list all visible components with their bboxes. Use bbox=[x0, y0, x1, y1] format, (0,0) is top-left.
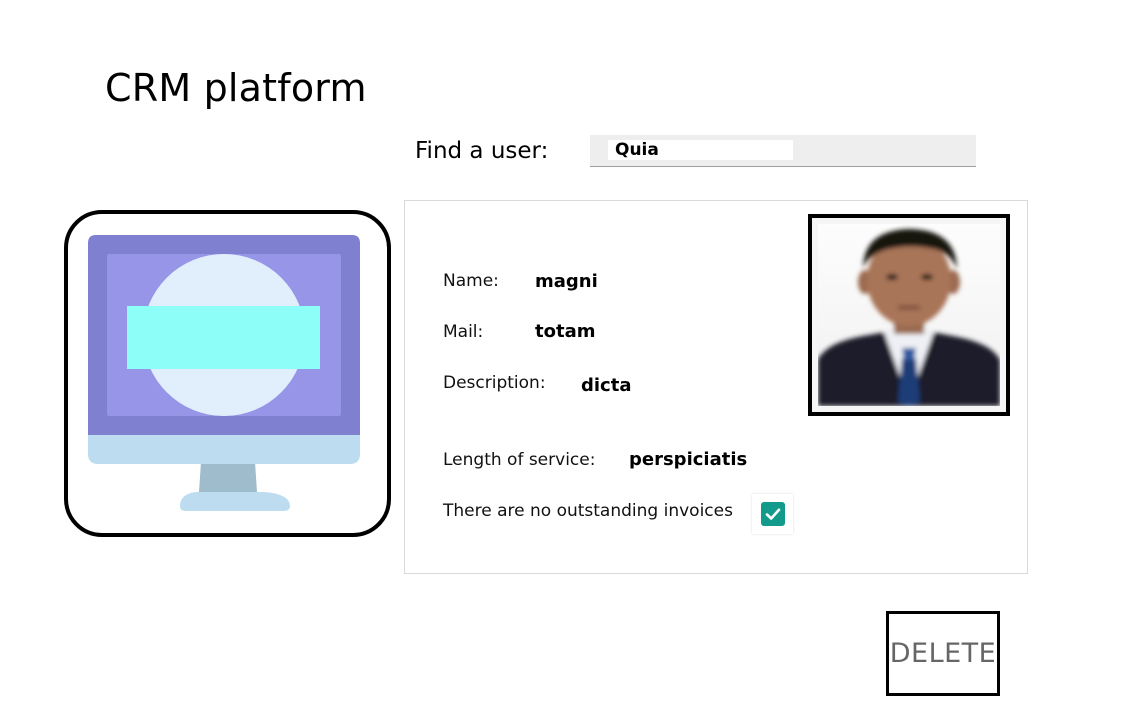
description-label: Description: bbox=[443, 373, 546, 393]
delete-button[interactable]: DELETE bbox=[886, 611, 1000, 696]
mail-value: totam bbox=[535, 321, 596, 342]
checkbox-box[interactable] bbox=[761, 502, 785, 526]
name-value: magni bbox=[535, 271, 598, 292]
desktop-monitor-icon bbox=[88, 235, 360, 511]
user-photo bbox=[808, 214, 1010, 416]
app-title: CRM platform bbox=[105, 66, 367, 110]
checkmark-icon bbox=[765, 508, 781, 520]
invoices-label: There are no outstanding invoices bbox=[443, 501, 733, 521]
monitor-stand-neck bbox=[199, 462, 257, 492]
invoices-checkbox[interactable] bbox=[752, 494, 793, 534]
monitor-bottom-bezel bbox=[88, 434, 360, 464]
service-label: Length of service: bbox=[443, 450, 596, 470]
monitor-banner bbox=[127, 306, 320, 369]
name-label: Name: bbox=[443, 271, 499, 291]
search-input[interactable] bbox=[608, 140, 793, 160]
monitor-illustration-card bbox=[64, 210, 391, 537]
mail-label: Mail: bbox=[443, 322, 484, 342]
monitor-stand-base bbox=[180, 492, 290, 511]
find-user-label: Find a user: bbox=[415, 138, 549, 164]
description-value: dicta bbox=[581, 375, 632, 396]
search-field[interactable] bbox=[590, 135, 976, 167]
user-photo-image bbox=[818, 224, 1000, 406]
service-value: perspiciatis bbox=[629, 449, 748, 470]
